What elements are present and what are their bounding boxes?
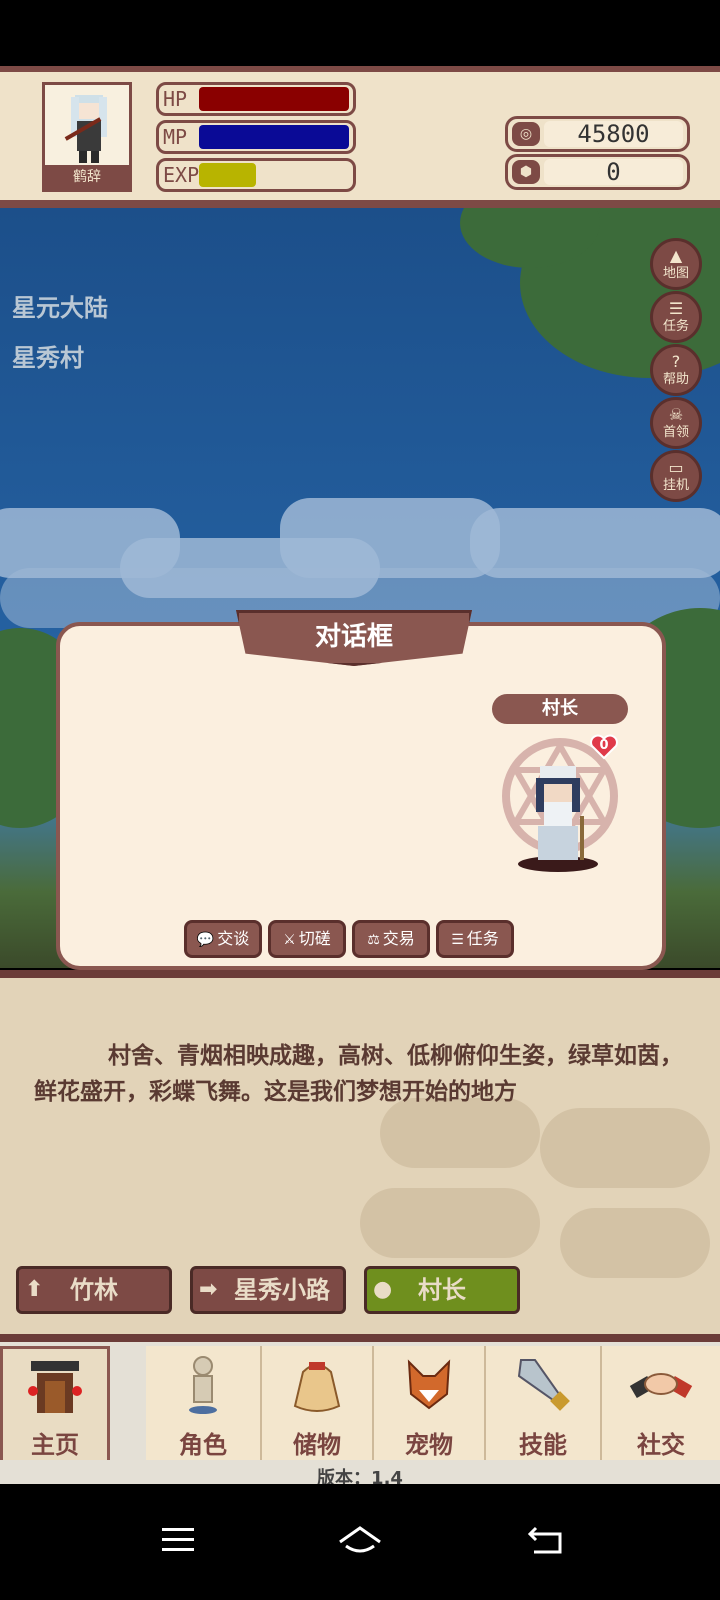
location-continent: 星元大陆 <box>12 294 108 322</box>
gem-icon: ⬢ <box>512 160 540 184</box>
corner-star-icon: ✦ <box>699 72 718 97</box>
monitor-icon: ▭ <box>668 458 684 477</box>
cloud <box>280 498 500 578</box>
gem-counter: ⬢ 0 <box>505 154 690 190</box>
tab-storage[interactable]: 储物 <box>262 1346 374 1460</box>
dialog-title: 对话框 <box>236 610 472 666</box>
hp-label: HP <box>163 87 188 111</box>
stone <box>560 1208 710 1278</box>
exp-label: EXP <box>163 163 200 187</box>
exp-fill <box>199 163 256 187</box>
corner-star-icon: ✦ <box>2 179 21 204</box>
spar-button[interactable]: ⚔ 切磋 <box>268 920 346 958</box>
avatar-portrait-icon <box>64 95 107 163</box>
menu-icon[interactable] <box>160 1524 196 1556</box>
affection-value: 0 <box>599 738 609 753</box>
hp-bar: HP <box>156 82 356 116</box>
tab-home[interactable]: 主页 <box>0 1346 110 1460</box>
mountain-icon: ▲ <box>669 246 683 265</box>
scale-icon: ⚖ <box>367 932 380 948</box>
help-button[interactable]: ? 帮助 <box>650 344 702 396</box>
trade-button[interactable]: ⚖ 交易 <box>352 920 430 958</box>
back-icon[interactable] <box>528 1524 564 1556</box>
player-avatar[interactable]: 鹤辞 <box>42 82 132 192</box>
scene-description: 村舍、青烟相映成趣，高树、低柳俯仰生姿，绿草如茵，鲜花盛开，彩蝶飞舞。这是我们梦… <box>34 1043 683 1105</box>
skull-icon: ☠ <box>668 405 684 424</box>
coin-icon: ◎ <box>512 122 540 146</box>
chat-icon: 💬 <box>196 932 215 948</box>
scroll-icon: ☰ <box>668 299 684 318</box>
boss-button[interactable]: ☠ 首领 <box>650 397 702 449</box>
idle-button[interactable]: ▭ 挂机 <box>650 450 702 502</box>
bag-icon <box>293 1362 341 1412</box>
stone <box>540 1108 710 1188</box>
dagger-icon <box>517 1359 570 1411</box>
tab-skills[interactable]: 技能 <box>486 1346 602 1460</box>
map-button[interactable]: ▲ 地图 <box>650 238 702 290</box>
talk-button[interactable]: 💬 交谈 <box>184 920 262 958</box>
npc-village-chief-button[interactable]: ● 村长 <box>364 1266 520 1314</box>
status-bar <box>0 0 720 66</box>
figure-icon <box>189 1356 217 1414</box>
exp-bar: EXP <box>156 158 356 192</box>
gem-value: 0 <box>544 159 683 185</box>
tab-character[interactable]: 角色 <box>146 1346 262 1460</box>
gold-counter: ◎ 45800 <box>505 116 690 152</box>
handshake-icon <box>629 1373 693 1399</box>
scroll-icon: ☰ <box>451 932 464 948</box>
location-village: 星秀村 <box>12 344 84 372</box>
dialog-box: 对话框 村长 0 💬 交谈 ⚔ 切磋 ⚖ 交易 ☰ 任务 <box>56 610 666 970</box>
tab-social[interactable]: 社交 <box>602 1346 720 1460</box>
player-header: ✦ ✦ ✦ ✦ 鹤辞 HP MP EXP ◎ 45800 ⬢ 0 <box>0 66 720 208</box>
version-label: 版本：1.4 <box>317 1468 403 1484</box>
npc-quest-button[interactable]: ☰ 任务 <box>436 920 514 958</box>
mp-label: MP <box>163 125 188 149</box>
corner-star-icon: ✦ <box>2 72 21 97</box>
fox-icon <box>407 1359 451 1410</box>
npc-name: 村长 <box>492 694 628 724</box>
mp-bar: MP <box>156 120 356 154</box>
bottom-tab-bar: 主页 角色 储物 宠物 技能 社交 版本：1.4 <box>0 1342 720 1484</box>
go-path-button[interactable]: ➡ 星秀小路 <box>190 1266 346 1314</box>
corner-star-icon: ✦ <box>699 179 718 204</box>
mp-fill <box>199 125 349 149</box>
question-icon: ? <box>671 352 681 371</box>
house-icon <box>28 1361 82 1413</box>
hp-fill <box>199 87 349 111</box>
tab-pets[interactable]: 宠物 <box>374 1346 486 1460</box>
description-panel: 村舍、青烟相映成趣，高树、低柳俯仰生姿，绿草如茵，鲜花盛开，彩蝶飞舞。这是我们梦… <box>0 970 720 1342</box>
sword-icon: ⚔ <box>283 932 296 948</box>
stone <box>360 1188 540 1258</box>
player-name: 鹤辞 <box>45 165 129 189</box>
quest-button[interactable]: ☰ 任务 <box>650 291 702 343</box>
home-icon[interactable] <box>336 1524 384 1558</box>
go-bamboo-forest-button[interactable]: ⬆ 竹林 <box>16 1266 172 1314</box>
gold-value: 45800 <box>544 121 683 147</box>
system-nav-bar <box>0 1484 720 1600</box>
